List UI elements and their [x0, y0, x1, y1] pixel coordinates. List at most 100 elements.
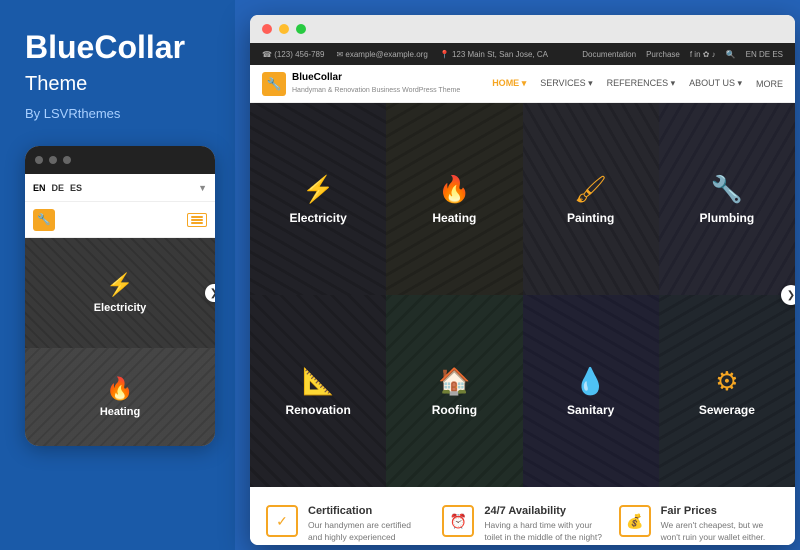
certification-desc: Our handymen are certified and highly ex… [308, 520, 426, 545]
topbar-right: Documentation Purchase f in ✿ ♪ 🔍 EN DE … [582, 50, 783, 59]
sewerage-content: ⚙ Sewerage [699, 366, 755, 417]
hero-scroll-arrow[interactable]: ❯ [781, 285, 795, 305]
electricity-label: Electricity [94, 302, 147, 314]
heating-content: 🔥 Heating [432, 174, 476, 225]
mobile-second-content: 🔥 Heating [25, 348, 215, 446]
hero-grid-bottom: 📐 Renovation 🏠 Roofing 💧 Sanitary [250, 295, 795, 487]
menu-line-3 [191, 222, 203, 224]
topbar-purchase[interactable]: Purchase [646, 50, 680, 59]
certification-icon: ✓ [266, 505, 298, 537]
hero-cell-sanitary[interactable]: 💧 Sanitary [523, 295, 659, 487]
painting-service-icon: 🖌 [574, 174, 607, 205]
hero-cell-roofing[interactable]: 🏠 Roofing [386, 295, 522, 487]
site-nav-links: HOME ▾ SERVICES ▾ REFERENCES ▾ ABOUT US … [492, 78, 783, 89]
hero-cell-sewerage[interactable]: ⚙ Sewerage [659, 295, 795, 487]
nav-services[interactable]: SERVICES ▾ [540, 78, 592, 89]
nav-about[interactable]: ABOUT US ▾ [689, 78, 742, 89]
topbar-search[interactable]: 🔍 [726, 50, 736, 59]
lang-en[interactable]: EN [33, 183, 46, 193]
painting-content: 🖌 Painting [567, 174, 614, 225]
browser-mockup: ☎ (123) 456-789 ✉ example@example.org 📍 … [250, 15, 795, 545]
hero-cell-painting[interactable]: 🖌 Painting [523, 103, 659, 295]
sanitary-content: 💧 Sanitary [567, 366, 614, 417]
browser-dot-maximize[interactable] [296, 24, 306, 34]
site-logo-text: BlueCollar Handyman & Renovation Busines… [292, 71, 460, 96]
brand-by: By LSVRthemes [25, 106, 210, 121]
brand-title: BlueCollar [25, 30, 210, 65]
plumbing-service-icon: 🔧 [711, 174, 743, 205]
hero-cell-electricity[interactable]: ⚡ Electricity [250, 103, 386, 295]
logo-wrench-icon: 🔧 [267, 77, 282, 91]
topbar-doc[interactable]: Documentation [582, 50, 636, 59]
electricity-service-label: Electricity [289, 211, 346, 225]
certification-title: Certification [308, 505, 426, 517]
feature-availability-text: 24/7 Availability Having a hard time wit… [484, 505, 602, 545]
hero-cell-renovation[interactable]: 📐 Renovation [250, 295, 386, 487]
prices-desc: We aren't cheapest, but we won't ruin yo… [661, 520, 779, 545]
roofing-content: 🏠 Roofing [432, 366, 477, 417]
topbar-langs: EN DE ES [746, 50, 783, 59]
heating-label: Heating [100, 406, 140, 418]
feature-certification-text: Certification Our handymen are certified… [308, 505, 426, 545]
mobile-nav: 🔧 [25, 202, 215, 238]
browser-titlebar [250, 15, 795, 43]
feature-availability: ⏰ 24/7 Availability Having a hard time w… [442, 505, 602, 545]
mobile-dot-1 [35, 156, 43, 164]
roofing-service-icon: 🏠 [438, 366, 470, 397]
availability-title: 24/7 Availability [484, 505, 602, 517]
browser-dot-close[interactable] [262, 24, 272, 34]
mobile-hero-electricity: ⚡ Electricity ❯ [25, 238, 215, 348]
sanitary-service-icon: 💧 [574, 366, 606, 397]
mobile-dot-3 [63, 156, 71, 164]
left-panel: BlueCollar Theme By LSVRthemes EN DE ES … [0, 0, 235, 550]
nav-home[interactable]: HOME ▾ [492, 78, 526, 89]
feature-certification: ✓ Certification Our handymen are certifi… [266, 505, 426, 545]
feature-prices: 💰 Fair Prices We aren't cheapest, but we… [619, 505, 779, 545]
mobile-mockup: EN DE ES ▼ 🔧 ⚡ Electricity ❯ [25, 146, 215, 446]
site-navbar: 🔧 BlueCollar Handyman & Renovation Busin… [250, 65, 795, 103]
site-logo-name: BlueCollar [292, 71, 460, 84]
renovation-service-icon: 📐 [302, 366, 334, 397]
browser-dot-minimize[interactable] [279, 24, 289, 34]
electricity-service-icon: ⚡ [302, 174, 334, 205]
lang-es[interactable]: ES [70, 183, 82, 193]
roofing-service-label: Roofing [432, 403, 477, 417]
sanitary-service-label: Sanitary [567, 403, 614, 417]
topbar-social: f in ✿ ♪ [690, 50, 716, 59]
mobile-logo-icon: 🔧 [33, 209, 55, 231]
prices-icon: 💰 [619, 505, 651, 537]
availability-desc: Having a hard time with your toilet in t… [484, 520, 602, 545]
painting-service-label: Painting [567, 211, 614, 225]
mobile-logo-wrench: 🔧 [37, 213, 51, 226]
features-section: ✓ Certification Our handymen are certifi… [250, 487, 795, 545]
sewerage-service-label: Sewerage [699, 403, 755, 417]
topbar-phone: ☎ (123) 456-789 [262, 50, 324, 59]
electricity-icon: ⚡ [106, 272, 133, 298]
hero-section: ⚡ Electricity 🔥 Heating 🖌 Painting [250, 103, 795, 487]
prices-title: Fair Prices [661, 505, 779, 517]
lang-dropdown-arrow[interactable]: ▼ [198, 183, 207, 193]
feature-prices-text: Fair Prices We aren't cheapest, but we w… [661, 505, 779, 545]
availability-icon: ⏰ [442, 505, 474, 537]
nav-references[interactable]: REFERENCES ▾ [607, 78, 676, 89]
site-topbar: ☎ (123) 456-789 ✉ example@example.org 📍 … [250, 43, 795, 65]
hero-cell-heating[interactable]: 🔥 Heating [386, 103, 522, 295]
electricity-content: ⚡ Electricity [289, 174, 346, 225]
plumbing-service-label: Plumbing [700, 211, 755, 225]
sewerage-service-icon: ⚙ [715, 366, 738, 397]
menu-line-1 [191, 216, 203, 218]
brand-subtitle: Theme [25, 73, 210, 96]
menu-line-2 [191, 219, 203, 221]
site-logo-icon: 🔧 [262, 72, 286, 96]
topbar-address: 📍 123 Main St, San Jose, CA [440, 50, 548, 59]
renovation-content: 📐 Renovation [285, 366, 350, 417]
mobile-menu-icon[interactable] [187, 213, 207, 227]
heating-service-label: Heating [432, 211, 476, 225]
mobile-hero-heating: 🔥 Heating [25, 348, 215, 446]
nav-more[interactable]: MORE [756, 79, 783, 89]
mobile-titlebar [25, 146, 215, 174]
lang-de[interactable]: DE [52, 183, 65, 193]
hero-cell-plumbing[interactable]: 🔧 Plumbing [659, 103, 795, 295]
heating-service-icon: 🔥 [438, 174, 470, 205]
heating-icon: 🔥 [106, 376, 133, 402]
